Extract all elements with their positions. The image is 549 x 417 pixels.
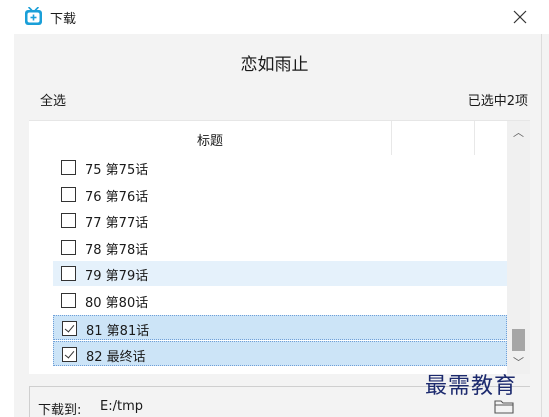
column-header-title[interactable]: 标题 <box>29 130 391 149</box>
chapter-label: 79 第79话 <box>85 269 149 285</box>
chapter-checkbox[interactable] <box>61 160 76 175</box>
list-item[interactable]: 77 第77话 <box>53 208 507 233</box>
download-path: E:/tmp <box>100 399 143 414</box>
chapter-checkbox[interactable] <box>61 186 76 202</box>
list-item[interactable]: 82 最终话 <box>53 341 507 367</box>
chapter-label: 78 第78话 <box>85 242 149 258</box>
comic-title: 恋如雨止 <box>240 55 309 75</box>
close-icon[interactable] <box>505 2 535 32</box>
list-item[interactable]: 76 第76话 <box>53 182 507 207</box>
chapter-list: 标题 75 第75话 76 第76话 77 第77话 78 第78话 79 第79话 80… <box>29 120 530 374</box>
scroll-thumb[interactable] <box>512 329 525 351</box>
column-divider[interactable] <box>391 121 392 155</box>
tv-app-icon <box>25 7 42 25</box>
title-bar: 下载 <box>0 0 549 34</box>
chapter-label: 81 第81话 <box>86 323 150 339</box>
chapter-label: 77 第77话 <box>85 216 149 232</box>
chapter-label: 76 第76话 <box>85 189 149 205</box>
watermark-logo: 最需教育 <box>425 374 518 399</box>
list-item[interactable]: 80 第80话 <box>53 288 507 313</box>
chapter-checkbox[interactable] <box>62 347 77 363</box>
selected-count: 已选中2项 <box>467 94 528 109</box>
chapter-checkbox[interactable] <box>61 239 76 255</box>
chapter-label: 80 第80话 <box>85 296 149 311</box>
window-right-edge <box>541 34 549 417</box>
download-to-label: 下载到: <box>38 403 82 417</box>
window-title: 下载 <box>50 12 77 27</box>
chapter-label: 82 最终话 <box>86 350 146 366</box>
list-item[interactable]: 81 第81话 <box>53 314 507 340</box>
chapter-checkbox[interactable] <box>61 213 76 229</box>
vertical-scrollbar[interactable]: ︿ ﹀ <box>507 121 530 374</box>
chapter-checkbox[interactable] <box>61 293 76 308</box>
chapter-label: 75 第75话 <box>85 163 149 178</box>
list-item[interactable]: 79 第79话 <box>53 261 507 287</box>
list-header: 标题 <box>29 121 507 155</box>
list-item[interactable]: 75 第75话 <box>53 155 507 180</box>
select-all-button[interactable]: 全选 <box>40 90 66 109</box>
chapter-checkbox[interactable] <box>61 266 76 282</box>
chevron-up-icon[interactable]: ︿ <box>507 121 530 145</box>
chapter-checkbox[interactable] <box>62 320 77 336</box>
list-item[interactable]: 78 第78话 <box>53 235 507 260</box>
column-divider[interactable] <box>474 121 475 155</box>
